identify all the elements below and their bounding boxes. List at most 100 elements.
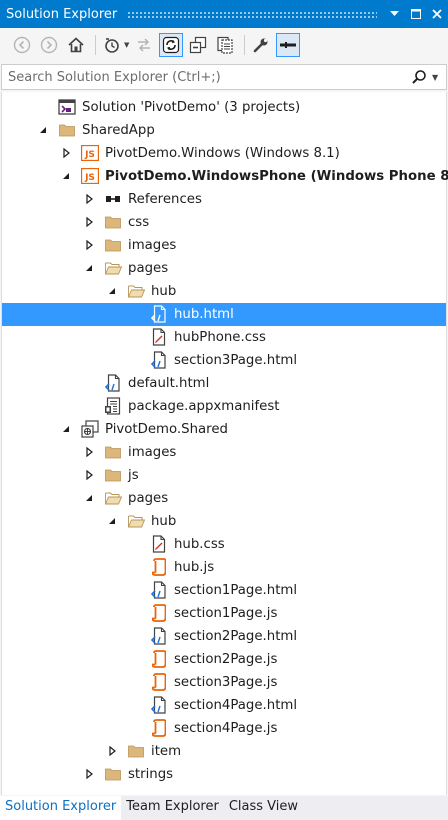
home-button[interactable]: [64, 33, 88, 57]
folder-icon: [104, 213, 122, 231]
collapse-arrow-icon[interactable]: [84, 769, 94, 779]
solution-icon: [58, 98, 76, 116]
search-icon[interactable]: [406, 69, 432, 85]
wrench-icon: [254, 38, 268, 53]
folder-icon: [104, 443, 122, 461]
sync-with-active-document-button[interactable]: [132, 33, 156, 57]
properties-button[interactable]: [249, 33, 273, 57]
html-file-icon: [150, 305, 168, 323]
tree-item-label: hub.css: [174, 537, 225, 552]
shared-project-icon: [81, 420, 99, 438]
tree-item-label: hubPhone.css: [174, 330, 266, 345]
tree-item[interactable]: PivotDemo.Shared: [2, 418, 446, 441]
tree-item[interactable]: SharedApp: [2, 119, 446, 142]
folder-icon: [104, 236, 122, 254]
tree-item-label: section4Page.js: [174, 721, 278, 736]
tree-item[interactable]: hub: [2, 510, 446, 533]
tree-item[interactable]: images: [2, 441, 446, 464]
tree-item[interactable]: section4Page.html: [2, 694, 446, 717]
drag-grip[interactable]: [127, 10, 377, 18]
preview-selected-items-button[interactable]: [276, 33, 301, 57]
collapse-arrow-icon[interactable]: [84, 217, 94, 227]
tree-item[interactable]: JS PivotDemo.WindowsPhone (Windows Phone …: [2, 165, 448, 188]
tab-solution-explorer[interactable]: Solution Explorer: [0, 796, 122, 820]
tree-item-label: default.html: [128, 376, 210, 391]
window-position-dropdown-icon[interactable]: [385, 5, 404, 24]
tree-item[interactable]: hub.css: [2, 533, 446, 556]
back-button[interactable]: [10, 33, 34, 57]
tree-item-label: section2Page.html: [174, 629, 298, 644]
tree-item[interactable]: Solution 'PivotDemo' (3 projects): [2, 96, 446, 119]
search-options-dropdown-icon[interactable]: ▼: [432, 73, 446, 82]
tree-item[interactable]: section3Page.html: [2, 349, 446, 372]
js-project-icon: JS: [81, 167, 99, 185]
tree-item[interactable]: section3Page.js: [2, 671, 446, 694]
collapse-arrow-icon[interactable]: [84, 240, 94, 250]
folder-icon: [104, 765, 122, 783]
expand-arrow-icon[interactable]: [84, 493, 94, 503]
maximize-icon[interactable]: [406, 5, 425, 24]
tree-item[interactable]: pages: [2, 257, 446, 280]
close-icon[interactable]: [427, 5, 446, 24]
expand-arrow-icon[interactable]: [61, 171, 71, 181]
refresh-button[interactable]: [159, 33, 184, 57]
tree-item[interactable]: item: [2, 740, 446, 763]
search-input[interactable]: [2, 69, 406, 85]
tree-item-label: js: [128, 468, 139, 483]
tree-item[interactable]: section1Page.html: [2, 579, 446, 602]
tree-item-label: PivotDemo.Windows (Windows 8.1): [105, 146, 340, 161]
collapse-arrow-icon[interactable]: [61, 148, 71, 158]
tree-item[interactable]: section2Page.html: [2, 625, 446, 648]
tree-item-label: PivotDemo.Shared: [105, 422, 228, 437]
tree-item[interactable]: hub: [2, 280, 446, 303]
tree-item[interactable]: package.appxmanifest: [2, 395, 446, 418]
expand-arrow-icon[interactable]: [38, 125, 48, 135]
tree-item[interactable]: hubPhone.css: [2, 326, 446, 349]
tree-item-label: strings: [128, 767, 174, 782]
expand-arrow-icon[interactable]: [61, 424, 71, 434]
tree-item-label: hub: [151, 514, 177, 529]
tree-item[interactable]: JS PivotDemo.Windows (Windows 8.1): [2, 142, 446, 165]
tree-item[interactable]: section4Page.js: [2, 717, 446, 740]
js-file-icon: [150, 558, 168, 576]
tree-item[interactable]: hub.js: [2, 556, 446, 579]
tree-item[interactable]: pages: [2, 487, 446, 510]
tree-item[interactable]: images: [2, 234, 446, 257]
html-file-icon: [150, 581, 168, 599]
forward-button[interactable]: [37, 33, 61, 57]
collapse-arrow-icon[interactable]: [84, 447, 94, 457]
tree-item-label: Solution 'PivotDemo' (3 projects): [82, 100, 301, 115]
tree-item[interactable]: css: [2, 211, 446, 234]
tree-item-label: section1Page.html: [174, 583, 298, 598]
tree-item[interactable]: default.html: [2, 372, 446, 395]
references-icon: [104, 190, 122, 208]
tree-item-label: section2Page.js: [174, 652, 278, 667]
folder-icon: [104, 466, 122, 484]
tree-item[interactable]: hub.html: [2, 303, 446, 326]
tree-item[interactable]: section1Page.js: [2, 602, 446, 625]
tree-item-label: section3Page.js: [174, 675, 278, 690]
search-box[interactable]: ▼: [1, 64, 447, 90]
expand-arrow-icon[interactable]: [84, 263, 94, 273]
pending-changes-filter-button[interactable]: [100, 33, 124, 57]
refresh-icon: [163, 36, 180, 54]
tree-item[interactable]: strings: [2, 763, 446, 786]
expand-arrow-icon[interactable]: [107, 516, 117, 526]
collapse-all-button[interactable]: [186, 33, 210, 57]
tree-item[interactable]: References: [2, 188, 446, 211]
tab-class-view[interactable]: Class View: [224, 796, 303, 820]
folder-icon: [58, 121, 76, 139]
tab-team-explorer[interactable]: Team Explorer: [121, 796, 224, 820]
tree-item-label: images: [128, 445, 177, 460]
expand-arrow-icon[interactable]: [107, 286, 117, 296]
collapse-arrow-icon[interactable]: [107, 746, 117, 756]
tree-item-label: PivotDemo.WindowsPhone (Windows Phone 8.…: [105, 169, 448, 184]
html-file-icon: [150, 627, 168, 645]
tree-item[interactable]: section2Page.js: [2, 648, 446, 671]
show-all-files-button[interactable]: [213, 33, 237, 57]
collapse-arrow-icon[interactable]: [84, 194, 94, 204]
tree-item[interactable]: js: [2, 464, 446, 487]
collapse-arrow-icon[interactable]: [84, 470, 94, 480]
chevron-down-icon[interactable]: ▼: [124, 41, 129, 49]
tree-item-label: item: [151, 744, 182, 759]
